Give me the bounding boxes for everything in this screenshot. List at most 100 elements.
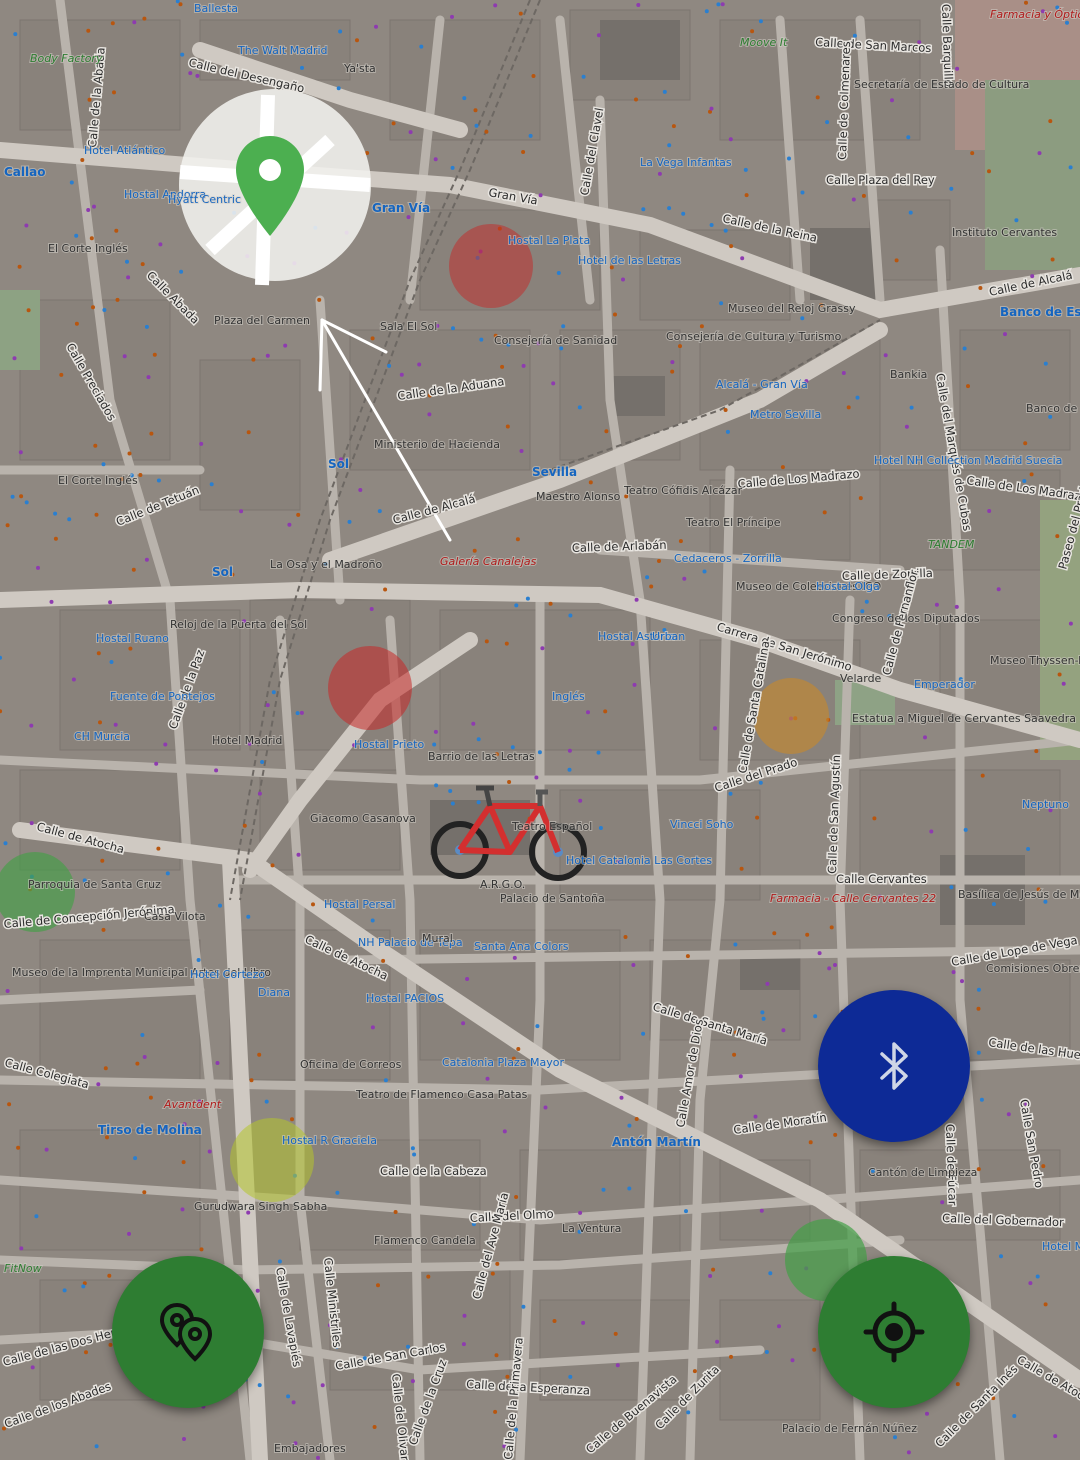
poi-dot [1043, 361, 1048, 366]
poi-dot [199, 1247, 204, 1252]
poi-dot [67, 517, 72, 522]
poi-dot [708, 1274, 713, 1278]
place-label: Metro Sevilla [750, 408, 821, 421]
poi-dot [450, 14, 454, 19]
poi-dot [872, 816, 877, 821]
poi-dot [505, 424, 510, 429]
poi-dot [551, 381, 556, 386]
poi-dot [586, 710, 590, 715]
poi-dot [154, 761, 159, 766]
poi-dot [493, 1409, 498, 1414]
poi-dot [1029, 472, 1034, 477]
poi-dot [825, 120, 830, 125]
poi-dot [180, 1207, 185, 1212]
poi-dot [426, 1274, 431, 1279]
poi-dot [657, 171, 662, 176]
poi-dot [980, 773, 985, 778]
place-label: Diana [258, 986, 290, 999]
poi-dot [249, 1078, 254, 1083]
poi-dot [410, 1379, 415, 1384]
places-button[interactable] [112, 1256, 264, 1408]
red-zone-2[interactable] [328, 646, 412, 730]
place-label: Banco de España [1026, 402, 1080, 415]
poi-dot [451, 326, 455, 331]
poi-dot [1014, 218, 1019, 223]
poi-dot [1028, 1281, 1033, 1286]
poi-dot [934, 602, 939, 607]
poi-dot [265, 703, 270, 708]
poi-dot [461, 1021, 466, 1026]
locate-button[interactable] [818, 1256, 970, 1408]
poi-dot [577, 405, 582, 410]
place-label: Santa Ana Colors [474, 940, 569, 953]
place-label: Sol [212, 565, 233, 579]
poi-dot [709, 106, 714, 111]
place-label: Hotel de las Letras [578, 254, 681, 267]
map-pins-icon [159, 1302, 213, 1362]
poi-dot [963, 827, 968, 832]
yellow-zone[interactable] [230, 1118, 314, 1202]
poi-dot [750, 29, 755, 34]
poi-dot [450, 165, 455, 170]
poi-dot [24, 500, 29, 505]
poi-dot [929, 829, 934, 834]
poi-dot [613, 1331, 618, 1336]
place-label: Alcalá - Gran Vía [716, 378, 808, 391]
poi-dot [494, 1353, 499, 1358]
poi-dot [534, 775, 539, 780]
poi-dot [91, 305, 95, 310]
poi-dot [531, 74, 536, 78]
poi-dot [246, 430, 251, 435]
poi-dot [286, 1394, 291, 1399]
bluetooth-button[interactable] [818, 990, 970, 1142]
place-label: Emperador [914, 678, 975, 691]
place-label: CH Murcia [74, 730, 130, 743]
poi-dot [716, 2, 721, 7]
place-label: Hostal Prieto [354, 738, 424, 751]
poi-dot [299, 710, 304, 715]
poi-dot [383, 1078, 388, 1083]
place-label: Urban [652, 630, 685, 643]
poi-dot [1057, 672, 1062, 677]
poi-dot [1061, 681, 1066, 686]
place-label: Giacomo Casanova [310, 812, 416, 825]
poi-dot [567, 748, 572, 753]
place-label: Tirso de Molina [98, 1123, 202, 1137]
place-label: Flamenco Candela [374, 1234, 476, 1247]
poi-dot [758, 19, 763, 24]
place-label: Ya'sta [343, 62, 376, 75]
poi-dot [949, 186, 954, 191]
poi-dot [300, 65, 304, 70]
poi-dot [84, 1350, 88, 1355]
poi-dot [336, 86, 341, 91]
street-map[interactable]: Calle del Desengaño Gran Vía Calle de la… [0, 0, 1080, 1460]
poi-dot [615, 1363, 620, 1368]
place-label: Hotel Madrid [212, 734, 282, 747]
poi-dot [813, 1014, 818, 1019]
poi-dot [62, 1288, 67, 1293]
poi-dot [132, 20, 137, 25]
poi-dot [619, 1095, 624, 1100]
poi-dot [406, 215, 411, 220]
poi-dot [966, 384, 970, 389]
poi-dot [772, 931, 777, 936]
place-label: Hostal La Plata [508, 234, 590, 247]
poi-dot [525, 596, 530, 601]
poi-dot [476, 800, 481, 805]
poi-dot [805, 932, 810, 937]
poi-dot [657, 559, 661, 563]
place-label: Teatro Español [511, 820, 592, 833]
poi-dot [883, 353, 888, 358]
poi-dot [49, 599, 54, 604]
orange-zone[interactable] [753, 678, 829, 754]
place-label: Velarde [840, 672, 882, 685]
poi-dot [521, 150, 526, 154]
place-label: Palacio de Santoña [500, 892, 605, 905]
poi-dot [107, 1273, 112, 1278]
poi-dot [951, 970, 956, 975]
street-label: Calle Barquillo [939, 4, 956, 87]
poi-dot [568, 1374, 573, 1379]
poi-dot [649, 584, 654, 589]
poi-dot [242, 823, 247, 828]
place-label: El Corte Inglés [58, 474, 138, 487]
